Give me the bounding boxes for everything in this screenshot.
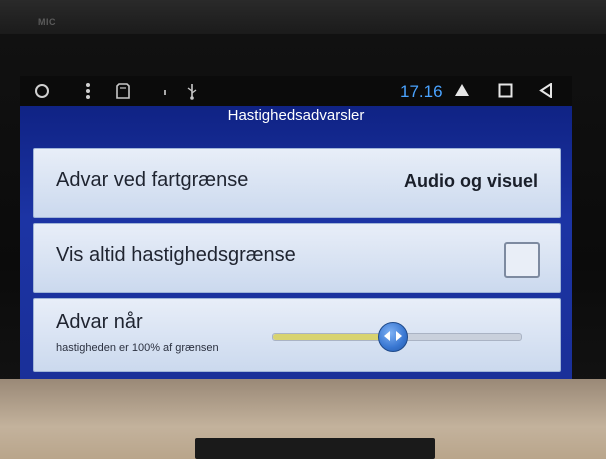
back-icon[interactable] <box>539 83 553 98</box>
warning-mode-row[interactable]: Advar ved fartgrænse Audio og visuel <box>33 148 561 218</box>
status-bar: 17.16 <box>20 76 572 106</box>
slider-thumb[interactable] <box>378 322 409 352</box>
device-stand <box>195 438 435 459</box>
status-clock: 17.16 <box>400 82 443 101</box>
device-top-strip: MIC <box>0 0 606 34</box>
warn-when-label: Advar når <box>56 311 143 333</box>
warn-when-sublabel: hastigheden er 100% af grænsen <box>56 342 219 354</box>
circle-icon[interactable] <box>34 83 50 99</box>
recents-square-icon[interactable] <box>498 83 513 98</box>
mic-label: MIC <box>38 17 56 27</box>
notification-dot-icon <box>163 90 167 96</box>
device-bezel: MIC 17.16 Hastighedsadvarsler Advar ved … <box>0 0 606 440</box>
touch-screen: 17.16 Hastighedsadvarsler Advar ved fart… <box>20 76 572 392</box>
slider-arrows-icon <box>384 331 403 341</box>
warning-mode-label: Advar ved fartgrænse <box>56 169 249 191</box>
usb-icon <box>186 82 198 100</box>
always-show-limit-checkbox[interactable] <box>504 242 540 278</box>
warn-when-row: Advar når hastigheden er 100% af grænsen <box>33 298 561 372</box>
more-vert-icon[interactable] <box>84 82 92 100</box>
warning-mode-value: Audio og visuel <box>403 171 538 191</box>
slider-fill <box>273 334 393 340</box>
page-title: Hastighedsadvarsler <box>227 107 365 124</box>
always-show-limit-label: Vis altid hastighedsgrænse <box>56 244 296 266</box>
home-triangle-icon[interactable] <box>454 83 470 97</box>
always-show-limit-row[interactable]: Vis altid hastighedsgrænse <box>33 223 561 293</box>
sd-card-icon <box>116 83 130 99</box>
warn-threshold-slider[interactable] <box>272 322 522 352</box>
